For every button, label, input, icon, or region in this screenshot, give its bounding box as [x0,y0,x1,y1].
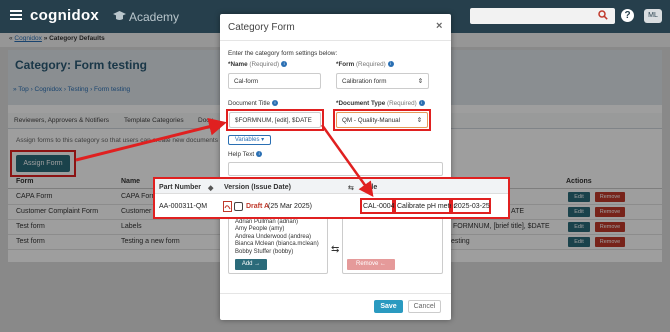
document-icon[interactable] [234,202,243,211]
form-select[interactable]: Calibration form ⇕ [336,73,429,89]
draft-version[interactable]: Draft A [246,203,269,210]
add-button[interactable]: Add → [235,259,267,270]
col-version[interactable]: Version (Issue Date) [224,184,291,191]
info-icon[interactable]: i [418,100,425,107]
part-number-cell[interactable]: AA-000311-QM [159,203,207,210]
modal-footer-divider [220,293,451,294]
doc-type-label: *Document Type (Required) i [336,100,425,107]
title-brief: Calibrate pH meter [397,203,456,210]
doc-title-label: Document Title i [228,100,278,107]
title-number: CAL-0004 [363,203,395,210]
cancel-button[interactable]: Cancel [408,300,441,313]
name-label: *Name (Required) i [228,61,288,68]
select-arrows-icon: ⇕ [416,116,422,124]
doc-type-select[interactable]: QM - Quality-Manual ⇕ [336,112,428,128]
modal-title: Category Form [228,22,295,33]
doc-title-label-text: Document Title [228,100,270,107]
help-icon[interactable]: ? [621,9,634,22]
brand-logo[interactable]: cognidox [30,7,99,24]
doc-title-input[interactable]: $FORMNUM, [edit], $DATE [229,112,321,128]
form-label: *Form (Required) i [336,61,394,68]
graduation-cap-icon [113,11,126,20]
list-item[interactable]: Bianca Mclean (bianca.mclean) [235,241,321,248]
doc-type-required: (Required) [386,100,417,107]
info-icon[interactable]: i [281,61,288,68]
list-item[interactable]: Amy People (amy) [235,226,321,233]
close-icon[interactable]: × [436,20,442,32]
list-item[interactable]: Adrian Pullman (adrian) [235,219,321,226]
name-required: (Required) [249,61,280,68]
issue-date: (25 Mar 2025) [268,203,312,210]
info-icon[interactable]: i [387,61,394,68]
name-input[interactable]: Cal-form [228,73,321,89]
help-text-input[interactable] [228,162,443,176]
search-input[interactable] [470,8,615,24]
pdf-icon[interactable] [223,201,232,212]
form-select-value: Calibration form [342,77,387,85]
name-label-text: *Name [228,61,248,68]
form-label-text: *Form [336,61,355,68]
help-text-label: Help Text i [228,151,263,158]
remove-user-button[interactable]: Remove ← [347,259,395,270]
modal-divider [220,40,451,41]
variables-button[interactable]: Variables ▾ [228,135,271,145]
sort-icon[interactable]: ◆ [208,184,213,192]
select-arrows-icon: ⇕ [417,77,423,85]
avatar[interactable]: ML [644,9,662,23]
info-icon[interactable]: i [272,100,278,107]
form-required: (Required) [355,61,386,68]
col-title[interactable]: Title [363,184,377,191]
save-button[interactable]: Save [374,300,403,313]
list-item[interactable]: Andrea Underwood (andrea) [235,234,321,241]
title-date: 2025-03-25 [454,203,490,210]
modal-intro: Enter the category form settings below: [228,50,338,57]
col-part-number[interactable]: Part Number [159,184,201,191]
doc-type-value: QM - Quality-Manual [342,116,401,124]
list-item[interactable]: Bobby Stuffer (bobby) [235,249,321,256]
sort-icon[interactable]: ⇆ [348,184,354,192]
menu-icon[interactable] [10,10,22,22]
academy-label: Academy [129,10,180,24]
doc-type-label-text: *Document Type [336,100,386,107]
search-icon[interactable] [598,10,608,20]
swap-icon: ⇆ [331,244,340,255]
info-icon[interactable]: i [256,151,263,158]
help-text-label-text: Help Text [228,151,255,158]
